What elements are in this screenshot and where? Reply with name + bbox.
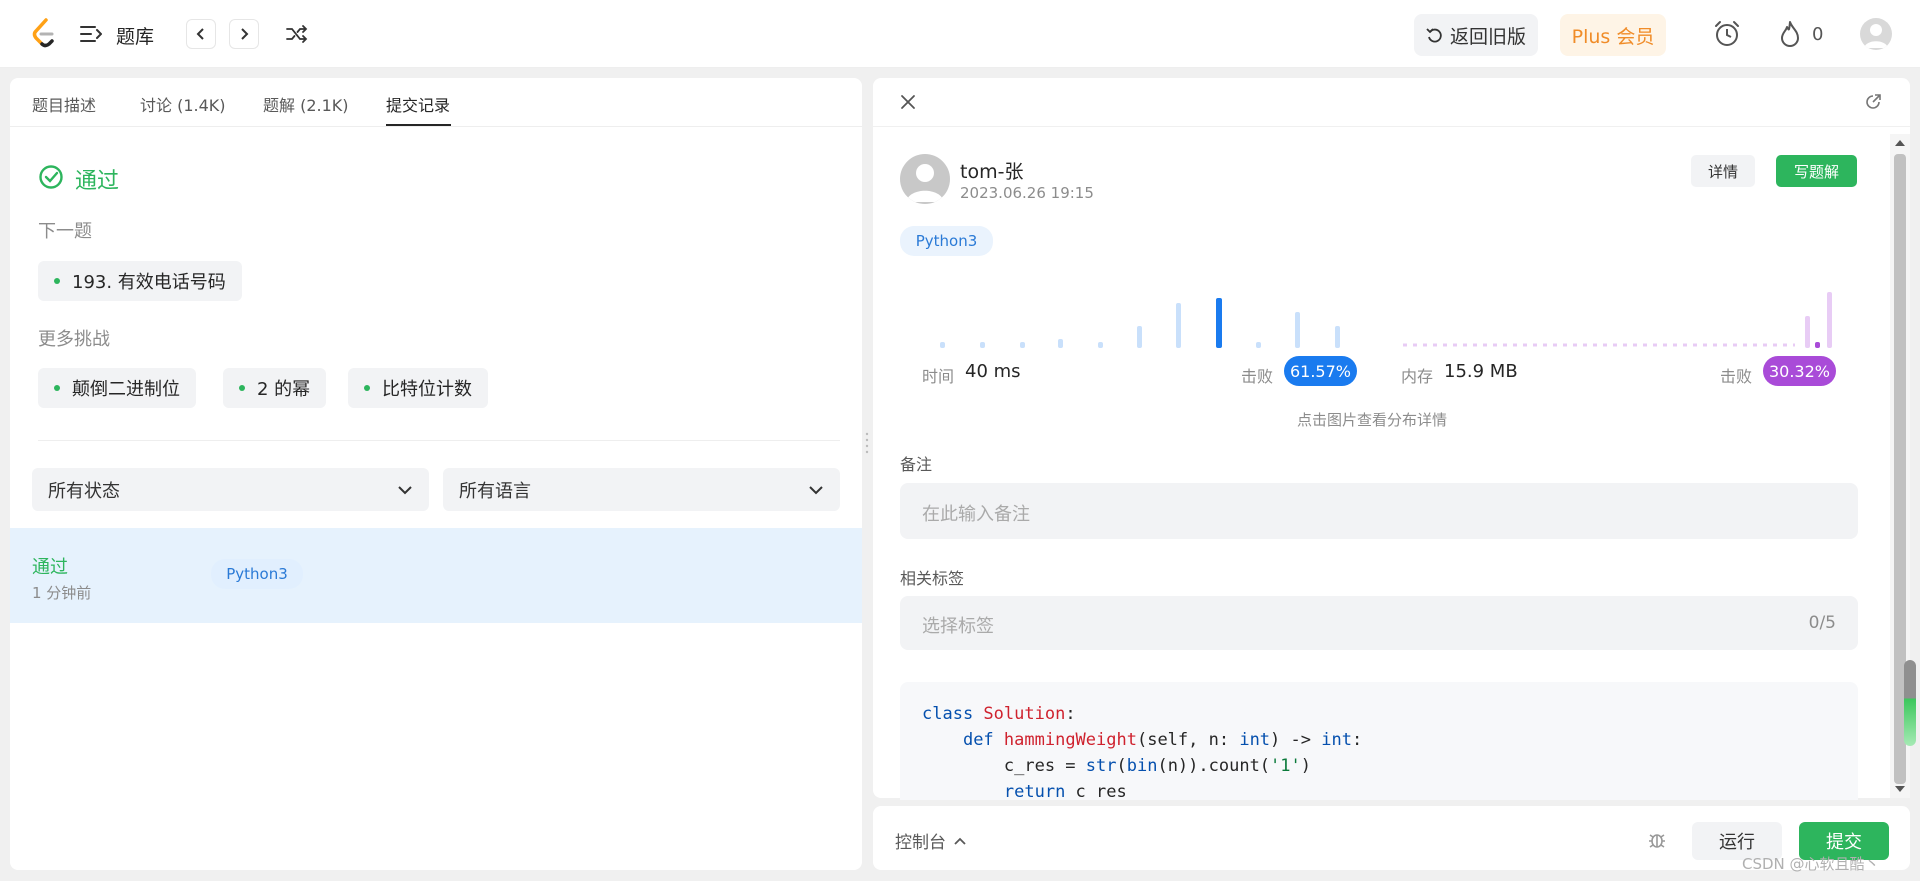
problem-list-label[interactable]: 题库 — [116, 22, 154, 49]
language-filter-select[interactable]: 所有语言 — [443, 468, 840, 511]
tab-description[interactable]: 题目描述 — [32, 92, 96, 116]
memory-label: 内存 — [1401, 367, 1434, 386]
tags-count: 0/5 — [1808, 613, 1836, 633]
next-problem-button[interactable] — [229, 19, 259, 49]
close-icon[interactable] — [900, 94, 916, 114]
chevron-down-icon — [809, 485, 823, 494]
tab-active-indicator — [386, 124, 451, 126]
tags-select[interactable]: 选择标签 0/5 — [900, 596, 1858, 650]
challenge-title: 2 的幂 — [257, 379, 311, 400]
next-problem-label: 下一题 — [38, 221, 92, 242]
user-icon — [1864, 24, 1888, 48]
check-circle-icon — [38, 164, 64, 194]
memory-distribution-chart[interactable] — [1395, 290, 1845, 350]
runtime-label: 时间 — [922, 367, 955, 386]
tags-placeholder: 选择标签 — [922, 616, 994, 637]
console-toggle[interactable]: 控制台 — [895, 828, 966, 853]
memory-beat-badge: 30.32% — [1763, 356, 1836, 386]
plus-member-button[interactable]: Plus 会员 — [1560, 14, 1666, 56]
prev-problem-button[interactable] — [186, 19, 216, 49]
tab-submissions[interactable]: 提交记录 — [386, 92, 450, 116]
bullet-dot-icon — [54, 385, 60, 391]
note-label: 备注 — [900, 455, 933, 474]
language-badge: Python3 — [900, 226, 993, 256]
code-line: return c_res — [1003, 782, 1127, 800]
user-avatar[interactable] — [900, 154, 950, 204]
memory-value: 15.9 MB — [1444, 361, 1518, 382]
bullet-dot-icon — [239, 385, 245, 391]
plus-member-label: Plus 会员 — [1571, 25, 1655, 48]
runtime-distribution-chart[interactable] — [930, 290, 1350, 350]
chevron-up-icon — [954, 837, 966, 845]
chart-hint[interactable]: 点击图片查看分布详情 — [1297, 409, 1447, 430]
challenge-link[interactable]: 比特位计数 — [348, 368, 488, 408]
next-problem-link[interactable]: 193. 有效电话号码 — [38, 261, 242, 301]
submit-button-label: 提交 — [1826, 832, 1862, 853]
chevron-left-icon — [196, 28, 204, 40]
challenge-link[interactable]: 颠倒二进制位 — [38, 368, 196, 408]
shuffle-icon[interactable] — [286, 24, 308, 48]
submission-status: 通过 — [32, 557, 68, 578]
menu-list-icon[interactable] — [80, 24, 103, 44]
console-label: 控制台 — [895, 833, 946, 853]
back-old-version-label: 返回旧版 — [1449, 25, 1526, 48]
undo-icon — [1426, 28, 1442, 43]
write-solution-label: 写题解 — [1793, 162, 1839, 181]
panel-resize-handle[interactable] — [865, 430, 869, 454]
runtime-beat-percent: 61.57% — [1289, 361, 1351, 381]
status-filter-value: 所有状态 — [48, 480, 120, 502]
accepted-status-title: 通过 — [75, 169, 120, 194]
submit-timestamp: 2023.06.26 19:15 — [960, 184, 1094, 202]
write-solution-button[interactable]: 写题解 — [1776, 155, 1857, 187]
alarm-clock-icon[interactable] — [1713, 20, 1741, 52]
beat-label: 击败 — [1720, 367, 1753, 386]
submission-language-badge: Python3 — [211, 559, 303, 589]
open-external-icon[interactable] — [1864, 93, 1882, 115]
flame-icon[interactable] — [1778, 20, 1802, 52]
run-button-label: 运行 — [1719, 832, 1755, 853]
runtime-beat-badge: 61.57% — [1284, 356, 1357, 386]
leetcode-logo-icon[interactable] — [28, 17, 58, 51]
tab-discussion[interactable]: 讨论 (1.4K) — [140, 92, 226, 116]
streak-count: 0 — [1812, 24, 1824, 45]
code-line: c_res = str(bin(n)).count('1') — [922, 756, 1312, 776]
detail-button-label: 详情 — [1707, 162, 1738, 181]
avatar[interactable] — [1860, 18, 1892, 50]
detail-button[interactable]: 详情 — [1691, 155, 1755, 187]
runtime-bars — [940, 298, 1340, 348]
runtime-value: 40 ms — [965, 361, 1021, 382]
divider — [38, 440, 840, 441]
chevron-right-icon — [241, 28, 249, 40]
note-input[interactable]: 在此输入备注 — [900, 483, 1858, 539]
code-line: def hammingWeight(self, n: int) -> int: — [962, 730, 1363, 750]
bullet-dot-icon — [364, 385, 370, 391]
top-bar: 题库 返回旧版 Plus 会员 0 — [0, 0, 1920, 68]
language-filter-value: 所有语言 — [459, 480, 531, 502]
challenge-title: 颠倒二进制位 — [72, 379, 180, 400]
submission-row[interactable]: 通过 1 分钟前 Python3 — [10, 528, 862, 623]
code-block: class Solution: def hammingWeight(self, … — [900, 682, 1858, 800]
status-filter-select[interactable]: 所有状态 — [32, 468, 429, 511]
tags-label: 相关标签 — [900, 569, 965, 588]
tab-solutions[interactable]: 题解 (2.1K) — [263, 92, 349, 116]
beat-label: 击败 — [1241, 367, 1274, 386]
debug-bug-icon[interactable] — [1647, 830, 1667, 854]
submission-time: 1 分钟前 — [32, 584, 92, 602]
csdn-watermark: CSDN @心软且酷丶 — [1742, 855, 1880, 873]
back-old-version-button[interactable]: 返回旧版 — [1414, 14, 1538, 56]
memory-beat-percent: 30.32% — [1768, 361, 1830, 381]
code-line: class Solution: — [922, 704, 1076, 724]
challenge-link[interactable]: 2 的幂 — [223, 368, 327, 408]
next-problem-title: 193. 有效电话号码 — [72, 272, 226, 293]
more-challenges-label: 更多挑战 — [38, 329, 110, 350]
challenge-title: 比特位计数 — [382, 379, 472, 400]
scroll-position-indicator — [1904, 660, 1916, 746]
user-icon — [906, 164, 944, 202]
bullet-dot-icon — [54, 278, 60, 284]
note-placeholder: 在此输入备注 — [922, 504, 1030, 525]
chevron-down-icon — [398, 485, 412, 494]
user-name[interactable]: tom-张 — [960, 157, 1023, 184]
